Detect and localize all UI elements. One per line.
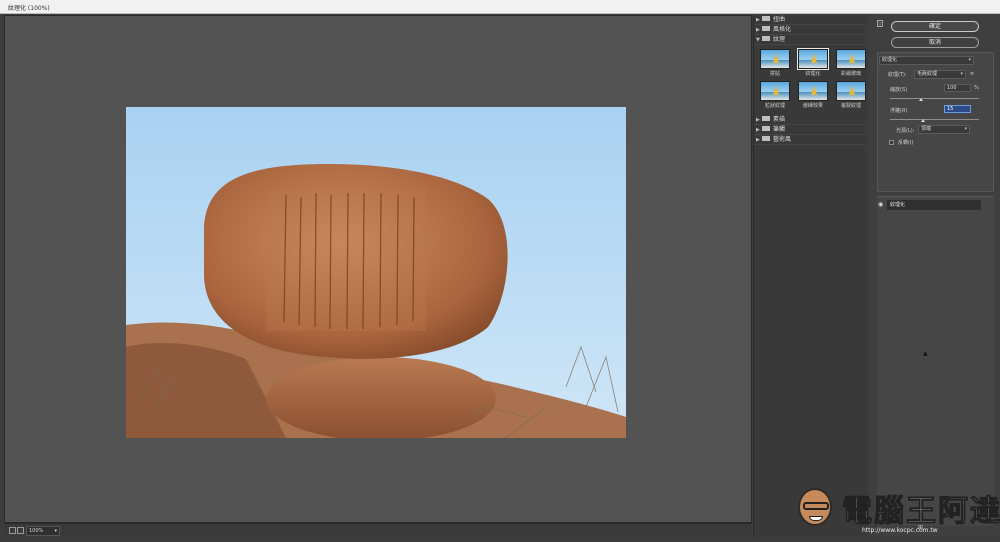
filter-settings: 紋理化 ▾ 紋理(T): 毛氈紋理 ▾ ≡ 縮放(S) 100 % 浮雕(R) … — [877, 52, 994, 192]
mouse-cursor-icon: ▲ — [923, 350, 928, 357]
texture-label: 紋理(T): — [888, 72, 907, 78]
category-artistic[interactable]: ▶ 藝術風 — [754, 135, 866, 145]
chevron-down-icon: ▾ — [960, 71, 963, 77]
scaling-label: 縮放(S) — [890, 87, 908, 93]
preview-canvas[interactable] — [4, 15, 752, 523]
parameters-panel: ↕ 確定 取消 紋理化 ▾ 紋理(T): 毛氈紋理 ▾ ≡ 縮放(S) 100 … — [869, 15, 1000, 537]
collapse-gallery-icon[interactable]: ↕ — [877, 20, 883, 27]
watermark-url: http://www.kocpc.com.tw — [862, 527, 938, 534]
thumbnail-image — [760, 81, 790, 101]
thumb-stained-glass[interactable]: 彩繪玻璃 — [834, 49, 868, 77]
preview-image — [126, 107, 626, 438]
folder-icon — [762, 116, 770, 121]
light-value: 頂端 — [921, 126, 932, 132]
zoom-out-icon[interactable] — [9, 527, 16, 534]
chevron-down-icon: ▾ — [54, 528, 57, 534]
scaling-slider[interactable] — [890, 98, 979, 99]
thumbnail-image — [836, 81, 866, 101]
zoom-in-icon[interactable] — [17, 527, 24, 534]
chevron-down-icon: ▾ — [964, 126, 967, 132]
category-brush-strokes[interactable]: ▶ 筆觸 — [754, 125, 866, 135]
ok-button[interactable]: 確定 — [891, 21, 979, 32]
thumbnail-label: 紋理化 — [805, 71, 821, 77]
category-stylize[interactable]: ▶ 風格化 — [754, 25, 866, 35]
scaling-slider-handle[interactable] — [919, 98, 923, 101]
folder-icon — [762, 136, 770, 141]
relief-slider[interactable] — [890, 119, 979, 120]
watermark-logo: 電腦王阿達 http://www.kocpc.com.tw — [792, 482, 1000, 540]
thumbnail-image — [836, 49, 866, 69]
category-distort[interactable]: ▶ 扭曲 — [754, 15, 866, 25]
folder-icon — [762, 26, 770, 31]
texture-select[interactable]: 毛氈紋理 ▾ — [914, 70, 966, 79]
filter-select[interactable]: 紋理化 ▾ — [879, 56, 974, 65]
light-select[interactable]: 頂端 ▾ — [918, 125, 970, 134]
filter-gallery: ▶ 扭曲 ▶ 風格化 ▼ 紋理 拼貼 紋理化 彩繪玻璃 粒狀紋理 嵌磚效果 龜裂紋理 … — [753, 15, 866, 537]
cancel-button[interactable]: 取消 — [891, 37, 979, 48]
invert-checkbox[interactable] — [889, 140, 894, 145]
title-bar: 紋理化 (100%) — [0, 0, 1000, 14]
category-label: 紋理 — [773, 36, 786, 43]
light-label: 光源(L): — [896, 128, 915, 134]
thumbnail-image — [798, 81, 828, 101]
category-texture[interactable]: ▼ 紋理 — [754, 35, 866, 45]
texture-thumbnails: 拼貼 紋理化 彩繪玻璃 粒狀紋理 嵌磚效果 龜裂紋理 — [754, 45, 866, 115]
watermark-text: 電腦王阿達 — [842, 494, 1000, 530]
mascot-face-icon — [798, 488, 832, 526]
mouth-icon — [809, 516, 823, 521]
glasses-icon — [803, 502, 829, 510]
invert-label: 反轉(I) — [898, 140, 914, 146]
category-label: 素描 — [773, 116, 786, 123]
thumbnail-label: 彩繪玻璃 — [840, 71, 861, 77]
zoom-value: 100% — [29, 528, 44, 534]
thumbnail-image — [797, 48, 829, 70]
scaling-input[interactable]: 100 — [944, 84, 971, 92]
layer-name: 紋理化 — [890, 202, 906, 208]
status-bar: 100% ▾ — [4, 523, 752, 537]
window-title: 紋理化 (100%) — [8, 5, 50, 12]
texture-value: 毛氈紋理 — [917, 71, 938, 77]
filter-select-value: 紋理化 — [882, 57, 898, 63]
category-label: 扭曲 — [773, 16, 786, 23]
thumbnail-label: 拼貼 — [769, 71, 780, 77]
thumbnail-label: 龜裂紋理 — [840, 103, 861, 109]
thumbnail-label: 粒狀紋理 — [764, 103, 785, 109]
effect-layer-texturizer[interactable]: 紋理化 — [887, 200, 981, 210]
thumb-mosaic-tiles[interactable]: 嵌磚效果 — [796, 81, 830, 109]
category-label: 筆觸 — [773, 126, 786, 133]
category-label: 風格化 — [773, 26, 792, 33]
relief-label: 浮雕(R) — [890, 108, 908, 114]
thumb-grain[interactable]: 粒狀紋理 — [758, 81, 792, 109]
thumb-craquelure[interactable]: 龜裂紋理 — [834, 81, 868, 109]
category-sketch[interactable]: ▶ 素描 — [754, 115, 866, 125]
thumb-patchwork[interactable]: 拼貼 — [758, 49, 792, 77]
scaling-unit: % — [974, 85, 979, 91]
folder-icon — [762, 16, 770, 21]
thumbnail-image — [760, 49, 790, 69]
texture-menu-icon[interactable]: ≡ — [970, 71, 974, 77]
relief-slider-handle[interactable] — [921, 119, 925, 122]
eye-icon[interactable]: ◉ — [878, 201, 883, 208]
chevron-down-icon: ▾ — [968, 57, 971, 63]
thumb-texturizer[interactable]: 紋理化 — [796, 48, 830, 77]
zoom-select[interactable]: 100% ▾ — [26, 526, 60, 536]
thumbnail-label: 嵌磚效果 — [802, 103, 823, 109]
effect-layers: ◉ 紋理化 — [877, 196, 994, 526]
relief-input[interactable]: 15 — [944, 105, 971, 113]
folder-open-icon — [762, 36, 770, 41]
folder-icon — [762, 126, 770, 131]
category-label: 藝術風 — [773, 136, 792, 143]
